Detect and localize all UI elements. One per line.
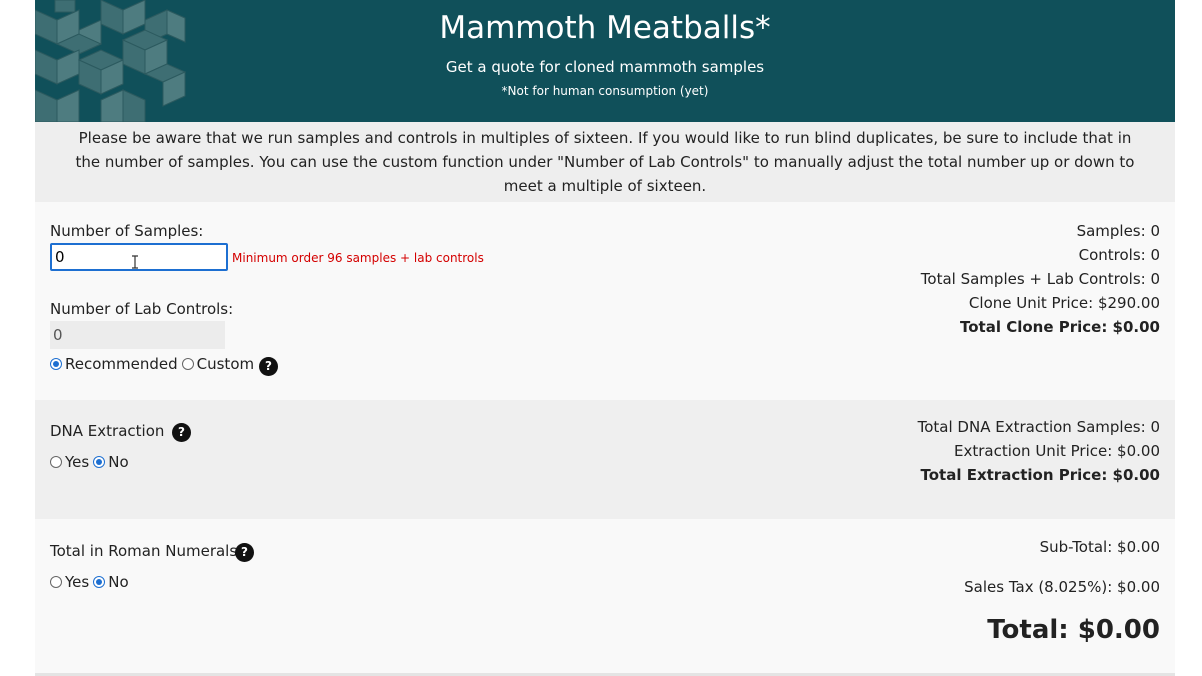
- total-extraction-price: Total Extraction Price: $0.00: [920, 466, 1161, 484]
- samples-count: Samples: 0: [1076, 222, 1160, 240]
- roman-numerals-radio-group: Yes No: [50, 573, 133, 591]
- samples-section: Number of Samples: Minimum order 96 samp…: [35, 202, 1175, 400]
- page-title: Mammoth Meatballs*: [439, 10, 771, 46]
- roman-numerals-label: Total in Roman Numerals: [50, 542, 238, 560]
- roman-yes-radio[interactable]: [50, 576, 62, 588]
- quote-form-container: Mammoth Meatballs* Get a quote for clone…: [35, 0, 1175, 676]
- controls-input[interactable]: 0: [50, 321, 225, 349]
- grand-total: Total: $0.00: [987, 615, 1160, 645]
- disclaimer-note: *Not for human consumption (yet): [501, 84, 709, 98]
- controls-help-icon[interactable]: ?: [259, 357, 278, 376]
- text-cursor-icon: [132, 255, 138, 269]
- recommended-radio[interactable]: [50, 358, 62, 370]
- dna-extraction-section: DNA Extraction ? Yes No Total DNA Extrac…: [35, 400, 1175, 519]
- dna-no-radio[interactable]: [93, 456, 106, 468]
- samples-error-message: Minimum order 96 samples + lab controls: [232, 251, 484, 265]
- subtotal: Sub-Total: $0.00: [1039, 538, 1160, 556]
- samples-label: Number of Samples:: [50, 222, 204, 240]
- total-samples-controls: Total Samples + Lab Controls: 0: [920, 270, 1160, 288]
- recommended-radio-label[interactable]: Recommended: [65, 355, 178, 373]
- controls-count: Controls: 0: [1078, 246, 1160, 264]
- controls-label: Number of Lab Controls:: [50, 300, 234, 318]
- roman-numerals-help-icon[interactable]: ?: [235, 543, 254, 562]
- totals-section: Total in Roman Numerals ? Yes No Sub-Tot…: [35, 519, 1175, 673]
- dna-extraction-label: DNA Extraction: [50, 422, 165, 440]
- dna-no-label[interactable]: No: [108, 453, 128, 471]
- dna-extraction-help-icon[interactable]: ?: [172, 423, 191, 442]
- roman-no-radio[interactable]: [93, 576, 106, 588]
- total-clone-price: Total Clone Price: $0.00: [960, 318, 1160, 336]
- clone-summary: Samples: 0 Controls: 0 Total Samples + L…: [921, 219, 1160, 339]
- notice-banner: Please be aware that we run samples and …: [35, 122, 1175, 202]
- clone-unit-price: Clone Unit Price: $290.00: [968, 294, 1160, 312]
- samples-input[interactable]: [50, 243, 228, 271]
- total-dna-extraction-samples: Total DNA Extraction Samples: 0: [917, 418, 1160, 436]
- dna-yes-radio[interactable]: [50, 456, 62, 468]
- page-subtitle: Get a quote for cloned mammoth samples: [445, 58, 765, 76]
- extraction-unit-price: Extraction Unit Price: $0.00: [953, 442, 1160, 460]
- custom-radio-label[interactable]: Custom: [197, 355, 254, 373]
- roman-yes-label[interactable]: Yes: [65, 573, 89, 591]
- custom-radio[interactable]: [181, 358, 194, 370]
- dna-yes-label[interactable]: Yes: [65, 453, 89, 471]
- controls-mode-radio-group: Recommended Custom: [50, 355, 258, 373]
- header-banner: Mammoth Meatballs* Get a quote for clone…: [35, 0, 1175, 122]
- roman-no-label[interactable]: No: [108, 573, 128, 591]
- extraction-summary: Total DNA Extraction Samples: 0 Extracti…: [918, 415, 1160, 487]
- dna-extraction-radio-group: Yes No: [50, 453, 133, 471]
- sales-tax: Sales Tax (8.025%): $0.00: [964, 578, 1160, 596]
- notice-text: Please be aware that we run samples and …: [75, 129, 1135, 195]
